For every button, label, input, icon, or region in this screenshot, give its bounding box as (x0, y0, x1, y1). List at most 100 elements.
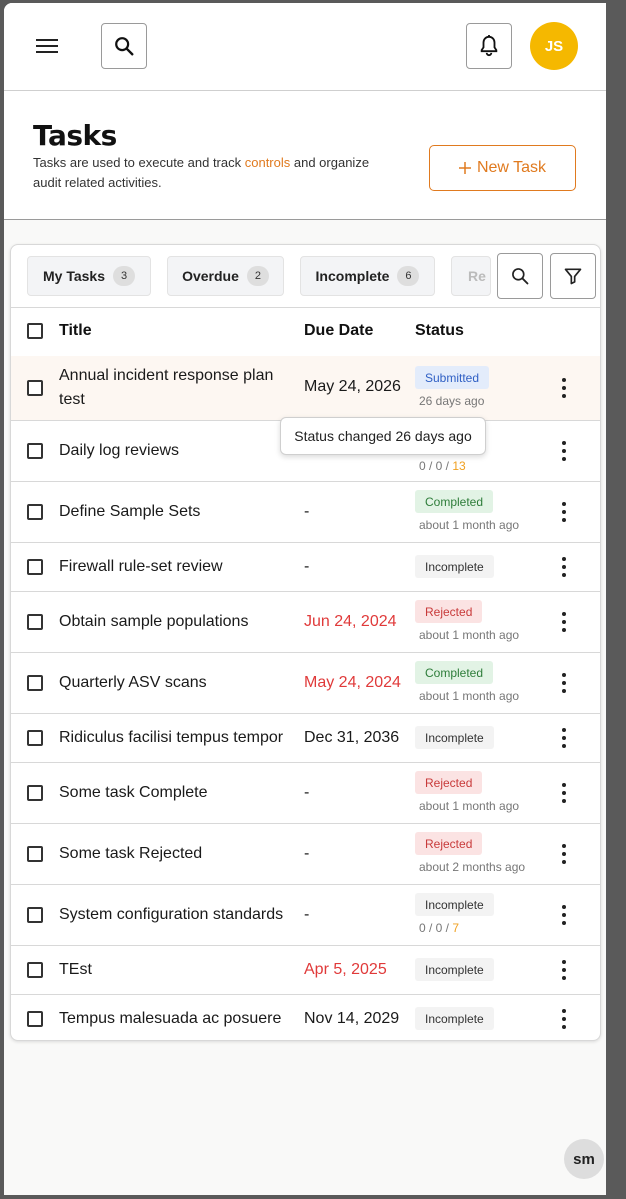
status-badge: Rejected (415, 832, 483, 855)
task-title[interactable]: Some task Complete (59, 781, 294, 805)
task-title[interactable]: Daily log reviews (59, 439, 294, 463)
table-search-button[interactable] (497, 253, 543, 299)
notifications-button[interactable] (466, 23, 512, 69)
row-checkbox[interactable] (27, 730, 43, 746)
status-time: about 1 month ago (419, 628, 520, 642)
task-title[interactable]: System configuration standards (59, 903, 294, 927)
tab-count: 2 (246, 266, 269, 286)
tab-label: Re (468, 268, 486, 284)
progress-total: 13 (452, 459, 466, 473)
task-title[interactable]: Firewall rule-set review (59, 555, 294, 579)
row-checkbox[interactable] (27, 962, 43, 978)
more-options-icon[interactable] (559, 905, 569, 925)
column-due-date[interactable]: Due Date (304, 322, 373, 340)
row-checkbox[interactable] (27, 380, 43, 396)
task-due-date: May 24, 2024 (304, 674, 401, 691)
more-options-icon[interactable] (559, 378, 569, 398)
row-checkbox[interactable] (27, 559, 43, 575)
select-all-checkbox[interactable] (27, 323, 43, 339)
table-row[interactable]: Obtain sample populations Jun 24, 2024 R… (11, 592, 600, 653)
task-due-date: - (304, 906, 310, 923)
task-title[interactable]: Define Sample Sets (59, 500, 294, 524)
status-time: about 1 month ago (419, 518, 520, 532)
search-icon (115, 37, 134, 56)
column-title[interactable]: Title (59, 322, 92, 340)
tasks-card: My Tasks 3 Overdue 2 Incomplete 6 Re Tit… (10, 244, 601, 1041)
task-title[interactable]: Quarterly ASV scans (59, 671, 294, 695)
user-avatar[interactable]: JS (530, 22, 578, 70)
table-row[interactable]: Firewall rule-set review - Incomplete (11, 543, 600, 592)
row-checkbox[interactable] (27, 1011, 43, 1027)
task-due-date: - (304, 558, 310, 575)
tab-overdue[interactable]: Overdue 2 (167, 256, 284, 296)
row-checkbox[interactable] (27, 504, 43, 520)
row-checkbox[interactable] (27, 785, 43, 801)
filter-button[interactable] (550, 253, 596, 299)
new-task-button[interactable]: New Task (429, 145, 576, 191)
row-checkbox[interactable] (27, 675, 43, 691)
progress-counts: 0 / 0 / (419, 921, 453, 935)
tab-label: My Tasks (43, 268, 105, 284)
task-title[interactable]: Annual incident response plan test (59, 364, 294, 412)
table-row[interactable]: Annual incident response plan test May 2… (11, 356, 600, 421)
table-row[interactable]: Tempus malesuada ac posuere Nov 14, 2029… (11, 995, 600, 1040)
page-title: Tasks (33, 119, 117, 152)
search-icon (512, 268, 529, 285)
status-time: 26 days ago (419, 394, 485, 408)
breakpoint-badge[interactable]: sm (564, 1139, 604, 1179)
status-time: about 1 month ago (419, 689, 520, 703)
table-row[interactable]: Quarterly ASV scans May 24, 2024 Complet… (11, 653, 600, 714)
table-row[interactable]: Some task Rejected - Rejected about 2 mo… (11, 824, 600, 885)
status-badge: Rejected (415, 771, 483, 794)
tab-label: Overdue (182, 268, 239, 284)
more-options-icon[interactable] (559, 844, 569, 864)
global-search-button[interactable] (101, 23, 147, 69)
new-task-label: New Task (476, 159, 547, 176)
tab-incomplete[interactable]: Incomplete 6 (300, 256, 435, 296)
tab-rejected-partial[interactable]: Re (451, 256, 491, 296)
controls-link[interactable]: controls (245, 155, 291, 170)
task-due-date: Nov 14, 2029 (304, 1010, 400, 1027)
task-progress: 0 / 0 / 13 (419, 459, 466, 473)
table-row[interactable]: Ridiculus facilisi tempus tempor Dec 31,… (11, 714, 600, 763)
table-row[interactable]: TEst Apr 5, 2025 Incomplete (11, 946, 600, 995)
more-options-icon[interactable] (559, 557, 569, 577)
status-badge: Incomplete (415, 726, 494, 749)
bell-icon (480, 35, 498, 57)
table-row[interactable]: Some task Complete - Rejected about 1 mo… (11, 763, 600, 824)
page-description-text: Tasks are used to execute and track (33, 155, 245, 170)
top-bar: JS (4, 3, 606, 91)
more-options-icon[interactable] (559, 673, 569, 693)
row-checkbox[interactable] (27, 907, 43, 923)
row-checkbox[interactable] (27, 846, 43, 862)
more-options-icon[interactable] (559, 960, 569, 980)
task-title[interactable]: Tempus malesuada ac posuere (59, 1007, 294, 1031)
status-time: about 1 month ago (419, 799, 520, 813)
more-options-icon[interactable] (559, 1009, 569, 1029)
more-options-icon[interactable] (559, 783, 569, 803)
task-due-date: - (304, 503, 310, 520)
status-badge: Incomplete (415, 958, 494, 981)
status-badge: Completed (415, 490, 494, 513)
tab-my-tasks[interactable]: My Tasks 3 (27, 256, 151, 296)
more-options-icon[interactable] (559, 728, 569, 748)
more-options-icon[interactable] (559, 612, 569, 632)
table-row[interactable]: Define Sample Sets - Completed about 1 m… (11, 482, 600, 543)
table-row[interactable]: System configuration standards - Incompl… (11, 885, 600, 946)
more-options-icon[interactable] (559, 502, 569, 522)
task-title[interactable]: Some task Rejected (59, 842, 294, 866)
status-badge: Submitted (415, 366, 490, 389)
hamburger-icon[interactable] (36, 38, 58, 54)
task-title[interactable]: Obtain sample populations (59, 610, 294, 634)
task-due-date: Jun 24, 2024 (304, 613, 397, 630)
task-title[interactable]: TEst (59, 958, 294, 982)
row-checkbox[interactable] (27, 443, 43, 459)
task-due-date: - (304, 845, 310, 862)
task-title[interactable]: Ridiculus facilisi tempus tempor (59, 726, 294, 750)
row-checkbox[interactable] (27, 614, 43, 630)
column-status[interactable]: Status (415, 322, 464, 340)
status-badge: Incomplete (415, 555, 494, 578)
task-due-date: Dec 31, 2036 (304, 729, 400, 746)
status-tooltip: Status changed 26 days ago (280, 417, 486, 455)
more-options-icon[interactable] (559, 441, 569, 461)
